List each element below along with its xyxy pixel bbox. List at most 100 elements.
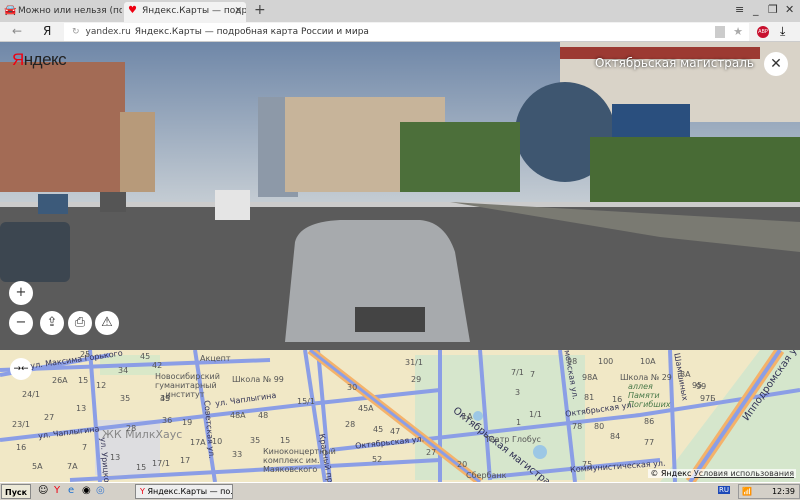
house-number: 47 — [390, 427, 401, 436]
house-number: 97Б — [700, 394, 716, 403]
house-number: 48 — [258, 411, 269, 420]
street-name-label: Октябрьская магистраль — [594, 56, 754, 70]
yandex-button[interactable]: Я — [43, 24, 51, 38]
house-number: 26А — [52, 376, 68, 385]
minimize-button[interactable]: _ — [753, 3, 759, 16]
taskbar-window-button[interactable]: Y Яндекс.Карты — по... — [135, 484, 233, 499]
lock-icon — [715, 26, 725, 38]
star-icon[interactable]: ★ — [733, 23, 743, 41]
language-indicator[interactable]: RU — [718, 486, 730, 494]
restore-button[interactable]: ❐ — [768, 3, 778, 16]
yandex-browser-icon[interactable]: Y — [54, 485, 60, 496]
house-number: 24/1 — [22, 390, 40, 399]
start-button[interactable]: Пуск — [1, 484, 32, 499]
tab-label: Яндекс.Карты — подробн — [142, 6, 246, 16]
house-number: 29 — [411, 375, 422, 384]
yandex-logo: Яндекс — [12, 50, 67, 69]
zoom-out-button[interactable]: − — [9, 311, 33, 335]
house-number: 15 — [78, 376, 89, 385]
house-number: 78 — [572, 422, 583, 431]
house-number: 31/1 — [405, 358, 423, 367]
menu-icon[interactable]: ≡ — [735, 3, 744, 16]
house-number: 95 — [692, 381, 703, 390]
address-domain: yandex.ru — [85, 27, 131, 37]
house-number: 13 — [110, 453, 121, 462]
house-number: 23/1 — [12, 420, 30, 429]
tab-label: Можно или нельзя (поворо — [18, 6, 122, 16]
house-number: 13 — [76, 404, 87, 413]
house-number: 30 — [347, 383, 358, 392]
app-icon[interactable]: ◎ — [96, 485, 105, 496]
house-number: 27 — [44, 413, 55, 422]
poi-label: Сбербанк — [466, 471, 507, 480]
network-icon[interactable]: 📶 — [742, 487, 752, 496]
house-number: 15 — [280, 436, 291, 445]
house-number: 45 — [373, 425, 384, 434]
collapse-map-button[interactable]: →← — [10, 358, 32, 380]
reload-icon[interactable]: ↻ — [72, 27, 80, 37]
tab-inactive[interactable]: 🚘Можно или нельзя (поворо — [0, 2, 122, 22]
house-number: 98 — [567, 357, 578, 366]
house-number: 12 — [96, 381, 107, 390]
zoom-in-button[interactable]: + — [9, 281, 33, 305]
report-problem-button[interactable]: ⚠ — [95, 311, 119, 335]
house-number: 20 — [457, 460, 468, 469]
close-tab-icon[interactable]: ✕ — [234, 2, 242, 20]
poi-label: ЖК МилкХаус — [102, 428, 183, 441]
house-number: 3 — [515, 388, 521, 397]
mini-map[interactable]: →← ул. Максима Горького ул. Чаплыгина ул… — [0, 350, 800, 482]
address-bar-row: ← Я ↻ yandex.ru Яндекс.Карты — подробная к… — [0, 22, 800, 42]
adblock-icon[interactable]: ABP — [757, 26, 769, 38]
house-number: 98А — [582, 373, 598, 382]
new-tab-button[interactable]: + — [254, 2, 266, 18]
terms-link[interactable]: Условия использования — [694, 469, 794, 478]
house-number: 80 — [594, 422, 605, 431]
address-input[interactable]: ↻ yandex.ru Яндекс.Карты — подробная карта… — [64, 23, 749, 41]
house-number: 35 — [250, 436, 261, 445]
house-number: 45А — [358, 404, 374, 413]
house-number: 35 — [120, 394, 131, 403]
share-button[interactable]: ⇪ — [40, 311, 64, 335]
print-button[interactable]: ⎙ — [68, 311, 92, 335]
house-number: 17 — [180, 456, 191, 465]
house-number: 16 — [612, 395, 623, 404]
house-number: 48А — [230, 411, 246, 420]
house-number: 19 — [182, 418, 193, 427]
panorama-image — [0, 42, 800, 350]
download-icon[interactable]: ⤓ — [780, 24, 785, 39]
house-number: 7А — [67, 462, 78, 471]
ie-icon[interactable]: e — [68, 485, 74, 496]
poi-label: Киноконцертный комплекс им. Маяковского — [263, 447, 336, 474]
quicklaunch-icon[interactable]: ☺ — [38, 485, 48, 496]
poi-label: Школа № 29 — [620, 373, 672, 382]
house-number: 33 — [232, 450, 243, 459]
house-number: 34 — [118, 366, 129, 375]
house-number: 36 — [162, 416, 173, 425]
house-number: 10 — [212, 437, 223, 446]
poi-label: Акцепт — [200, 354, 231, 363]
house-number: 45 — [140, 352, 151, 361]
house-number: 15/1 — [297, 397, 315, 406]
close-window-button[interactable]: ✕ — [785, 3, 794, 16]
back-button[interactable]: ← — [12, 24, 22, 38]
house-number: 52 — [372, 455, 383, 464]
house-number: 17/1 — [152, 459, 170, 468]
address-title: Яндекс.Карты — подробная карта России и … — [134, 27, 369, 37]
tab-active[interactable]: ♥ Яндекс.Карты — подробн✕ — [124, 2, 246, 22]
house-number: 1А — [462, 412, 473, 421]
house-number: 77 — [644, 438, 655, 447]
street-panorama[interactable]: Яндекс Октябрьская магистраль ✕ + − ⇪ ⎙ … — [0, 42, 800, 350]
map-pin-icon: ♥ — [128, 5, 137, 16]
media-player-icon[interactable]: ◉ — [82, 485, 91, 496]
poi-label: Театр Глобус — [485, 435, 541, 444]
poi-label: Школа № 99 — [232, 375, 284, 384]
house-number: 7 — [530, 370, 536, 379]
map-copyright: © Яндекс Условия использования — [648, 469, 796, 478]
house-number: 1/1 — [529, 410, 542, 419]
house-number: 17А — [190, 438, 206, 447]
car-icon: 🚘 — [4, 5, 17, 16]
taskbar-window-label: Яндекс.Карты — по... — [147, 487, 233, 496]
house-number: 25 — [80, 350, 91, 359]
close-panorama-button[interactable]: ✕ — [764, 52, 788, 76]
copyright-text: © Яндекс — [650, 469, 692, 478]
